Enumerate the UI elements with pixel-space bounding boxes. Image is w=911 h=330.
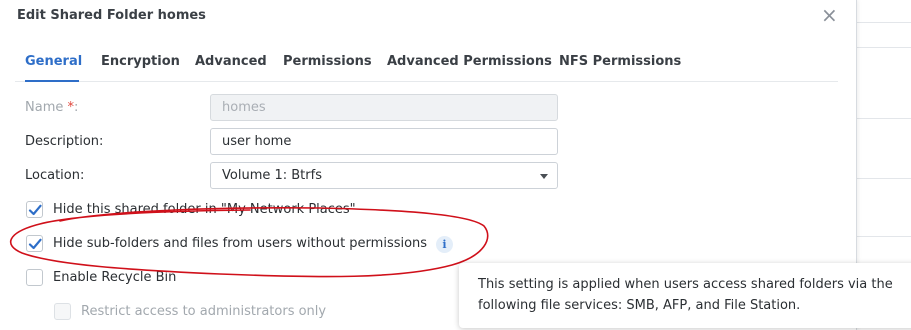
tab-permissions[interactable]: Permissions [283, 54, 372, 69]
tab-encryption[interactable]: Encryption [101, 54, 180, 69]
location-select[interactable]: Volume 1: Btrfs [210, 162, 558, 189]
checkmark-icon [28, 204, 42, 216]
dialog-title: Edit Shared Folder homes [17, 8, 206, 23]
checkmark-icon [28, 238, 42, 250]
tab-general[interactable]: General [25, 54, 82, 69]
hide-folder-label: Hide this shared folder in "My Network P… [53, 202, 356, 217]
background-divider [857, 22, 911, 23]
restrict-admins-checkbox [54, 303, 71, 320]
recycle-bin-label: Enable Recycle Bin [53, 270, 177, 285]
background-divider [857, 118, 911, 119]
hide-subfolders-checkbox[interactable] [26, 235, 43, 252]
hide-folder-checkbox[interactable] [26, 201, 43, 218]
location-value: Volume 1: Btrfs [222, 168, 322, 183]
name-label: Name *: [25, 100, 79, 115]
tab-bar: General Encryption Advanced Permissions … [15, 54, 838, 82]
tooltip-line: This setting is applied when users acces… [478, 277, 893, 292]
tab-advanced[interactable]: Advanced [195, 54, 267, 69]
description-label: Description: [25, 134, 104, 149]
recycle-bin-checkbox[interactable] [26, 269, 43, 286]
info-icon[interactable]: i [436, 236, 453, 253]
background-divider [857, 178, 911, 179]
description-field[interactable]: user home [210, 128, 558, 155]
background-divider [857, 236, 911, 237]
tooltip-line: following file services: SMB, AFP, and F… [478, 298, 801, 313]
chevron-down-icon [540, 174, 548, 179]
name-field: homes [210, 94, 558, 121]
location-label: Location: [25, 168, 85, 183]
background-divider [857, 47, 911, 48]
hide-subfolders-label: Hide sub-folders and files from users wi… [53, 236, 428, 251]
restrict-admins-label: Restrict access to administrators only [81, 304, 327, 319]
tab-advanced-permissions[interactable]: Advanced Permissions [387, 54, 552, 69]
info-tooltip: This setting is applied when users acces… [459, 263, 911, 328]
active-tab-indicator [25, 80, 79, 82]
tab-nfs-permissions[interactable]: NFS Permissions [559, 54, 681, 69]
close-icon[interactable]: × [821, 4, 838, 26]
